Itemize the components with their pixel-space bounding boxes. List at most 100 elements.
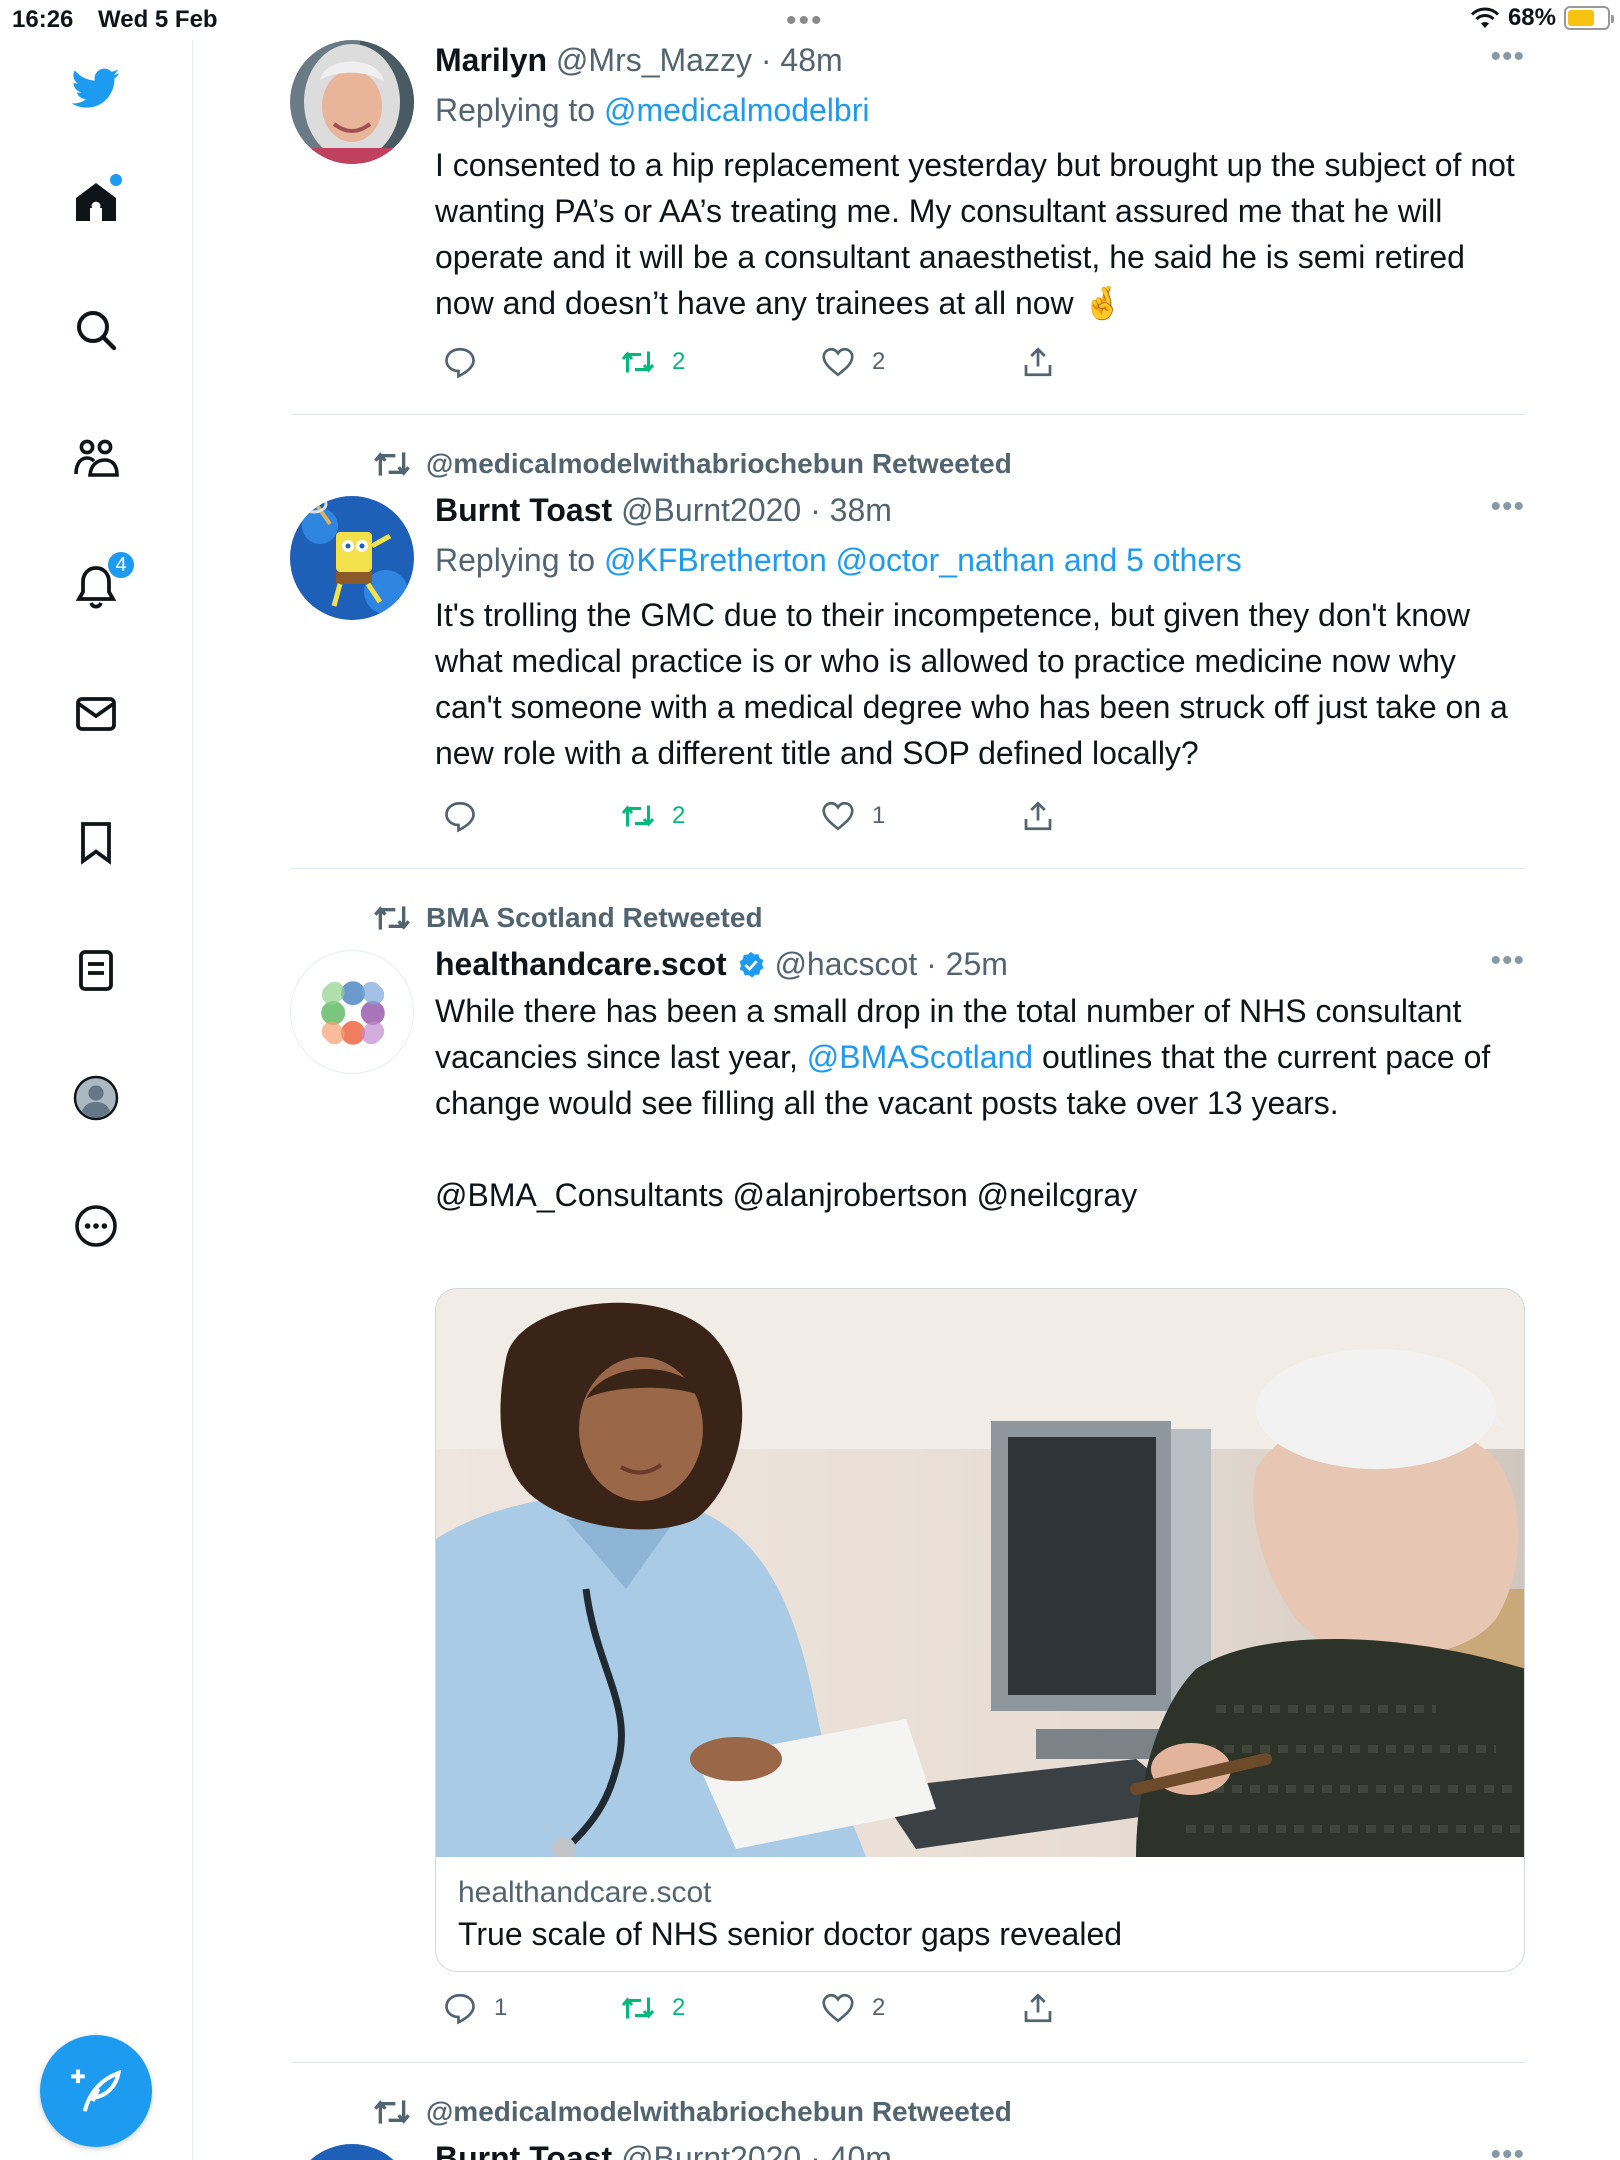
- compose-tweet-button[interactable]: [40, 2035, 152, 2147]
- share-icon: [1024, 801, 1052, 831]
- status-indicators: 68%: [1470, 4, 1614, 32]
- retweet-icon: [374, 2100, 410, 2124]
- tweet-actions: 2 2: [430, 344, 1130, 384]
- status-date: Wed 5 Feb: [98, 6, 218, 33]
- retweet-button[interactable]: 2: [620, 344, 685, 380]
- share-button[interactable]: [1020, 344, 1056, 380]
- more-options-icon[interactable]: •••: [1490, 490, 1525, 524]
- tweet-header: Marilyn @Mrs_Mazzy · 48m: [435, 40, 1525, 80]
- heart-icon: [822, 347, 854, 377]
- author-handle[interactable]: @Mrs_Mazzy: [556, 42, 752, 78]
- author-name[interactable]: Burnt Toast: [435, 2140, 612, 2160]
- like-count: 2: [872, 348, 886, 375]
- share-button[interactable]: [1020, 1990, 1056, 2026]
- tweet-divider: [290, 868, 1525, 869]
- retweet-icon: [374, 452, 410, 476]
- battery-icon: [1564, 6, 1614, 30]
- tweet-time[interactable]: · 25m: [926, 946, 1008, 982]
- replying-mentions[interactable]: @KFBretherton @octor_nathan and 5 others: [604, 542, 1242, 578]
- more-options-icon[interactable]: •••: [1490, 40, 1525, 74]
- reply-button[interactable]: [442, 344, 494, 380]
- like-button[interactable]: 1: [820, 798, 885, 834]
- tweet-time[interactable]: · 48m: [761, 42, 843, 78]
- more-options-icon[interactable]: [66, 1196, 126, 1256]
- author-name[interactable]: Burnt Toast: [435, 492, 612, 528]
- tweet-header: healthandcare.scot @hacscot · 25m: [435, 944, 1525, 984]
- avatar[interactable]: [290, 496, 414, 620]
- reply-button[interactable]: 1: [442, 1990, 507, 2026]
- more-options-icon[interactable]: •••: [1490, 944, 1525, 978]
- retweet-button[interactable]: 2: [620, 798, 685, 834]
- replying-mention[interactable]: @medicalmodelbri: [604, 92, 869, 128]
- retweet-icon: [621, 1997, 655, 2019]
- like-button[interactable]: 2: [820, 1990, 885, 2026]
- like-button[interactable]: 2: [820, 344, 885, 380]
- link-card-title: True scale of NHS senior doctor gaps rev…: [458, 1916, 1123, 1952]
- twitter-logo-icon[interactable]: [66, 58, 126, 118]
- home-unread-dot: [110, 174, 122, 186]
- retweeted-by[interactable]: BMA Scotland Retweeted: [372, 898, 763, 938]
- search-icon[interactable]: [66, 300, 126, 360]
- retweeted-by-label: BMA Scotland Retweeted: [426, 902, 763, 933]
- avatar[interactable]: [290, 2144, 414, 2160]
- tweet-actions: 2 1: [430, 798, 1130, 838]
- retweeted-by[interactable]: @medicalmodelwithabriochebun Retweeted: [372, 444, 1012, 484]
- retweet-button[interactable]: 2: [620, 1990, 685, 2026]
- notifications-icon[interactable]: 4: [66, 550, 136, 616]
- retweet-icon: [374, 906, 410, 930]
- replying-label: Replying to: [435, 92, 596, 128]
- reply-icon: [445, 347, 475, 379]
- tweet-time[interactable]: · 40m: [810, 2140, 892, 2160]
- like-count: 2: [872, 1994, 886, 2021]
- tweet-content: Burnt Toast @Burnt2020 · 40m: [435, 2138, 1525, 2160]
- lists-icon[interactable]: [66, 940, 126, 1000]
- communities-icon[interactable]: [66, 428, 126, 488]
- author-name[interactable]: healthandcare.scot: [435, 946, 727, 982]
- tweet-actions: 1 2 2: [430, 1990, 1130, 2030]
- tweet-time[interactable]: · 38m: [810, 492, 892, 528]
- author-name[interactable]: Marilyn: [435, 42, 547, 78]
- heart-icon: [822, 1993, 854, 2023]
- replying-label: Replying to: [435, 542, 596, 578]
- messages-icon[interactable]: [66, 684, 126, 744]
- link-card-image: [436, 1289, 1524, 1857]
- tweet-header: Burnt Toast @Burnt2020 · 40m: [435, 2138, 1525, 2160]
- retweet-icon: [621, 351, 655, 373]
- sidebar: 4: [0, 40, 193, 2160]
- author-handle[interactable]: @hacscot: [774, 946, 917, 982]
- share-button[interactable]: [1020, 798, 1056, 834]
- retweeted-by-label: @medicalmodelwithabriochebun Retweeted: [426, 448, 1012, 479]
- avatar[interactable]: [290, 950, 414, 1074]
- wifi-icon: [1470, 7, 1500, 28]
- reply-count: 1: [494, 1994, 508, 2021]
- avatar[interactable]: [290, 40, 414, 164]
- notifications-badge: 4: [106, 550, 136, 580]
- reply-button[interactable]: [442, 798, 494, 834]
- author-handle[interactable]: @Burnt2020: [621, 492, 801, 528]
- mentions-line[interactable]: @BMA_Consultants @alanjrobertson @neilcg…: [435, 1172, 1525, 1218]
- tweet-text: It's trolling the GMC due to their incom…: [435, 597, 1508, 771]
- share-icon: [1024, 347, 1052, 377]
- home-icon[interactable]: [66, 172, 126, 232]
- author-handle[interactable]: @Burnt2020: [621, 2140, 801, 2160]
- tweet-header: Burnt Toast @Burnt2020 · 38m: [435, 490, 1525, 530]
- tweet-text: I consented to a hip replacement yesterd…: [435, 147, 1515, 321]
- profile-icon[interactable]: [66, 1068, 126, 1128]
- reply-icon: [445, 1993, 475, 2025]
- retweet-count: 2: [672, 348, 686, 375]
- replying-to: Replying to @medicalmodelbri: [435, 90, 1525, 130]
- tweet-text: While there has been a small drop in the…: [435, 988, 1525, 1126]
- tweet-divider: [290, 414, 1525, 415]
- retweet-icon: [621, 805, 655, 827]
- status-bar: 16:26 Wed 5 Feb ••• 68%: [0, 0, 1620, 40]
- status-time: 16:26: [12, 6, 74, 33]
- heart-icon: [822, 801, 854, 831]
- more-options-icon[interactable]: •••: [1490, 2138, 1525, 2160]
- verified-badge-icon: [739, 951, 764, 978]
- retweeted-by[interactable]: @medicalmodelwithabriochebun Retweeted: [372, 2092, 1012, 2132]
- retweet-count: 2: [672, 802, 686, 829]
- link-card[interactable]: healthandcare.scot True scale of NHS sen…: [435, 1288, 1525, 1972]
- mention-link[interactable]: @BMAScotland: [807, 1039, 1033, 1075]
- multitasking-dots-icon[interactable]: •••: [786, 4, 824, 38]
- bookmarks-icon[interactable]: [66, 812, 126, 872]
